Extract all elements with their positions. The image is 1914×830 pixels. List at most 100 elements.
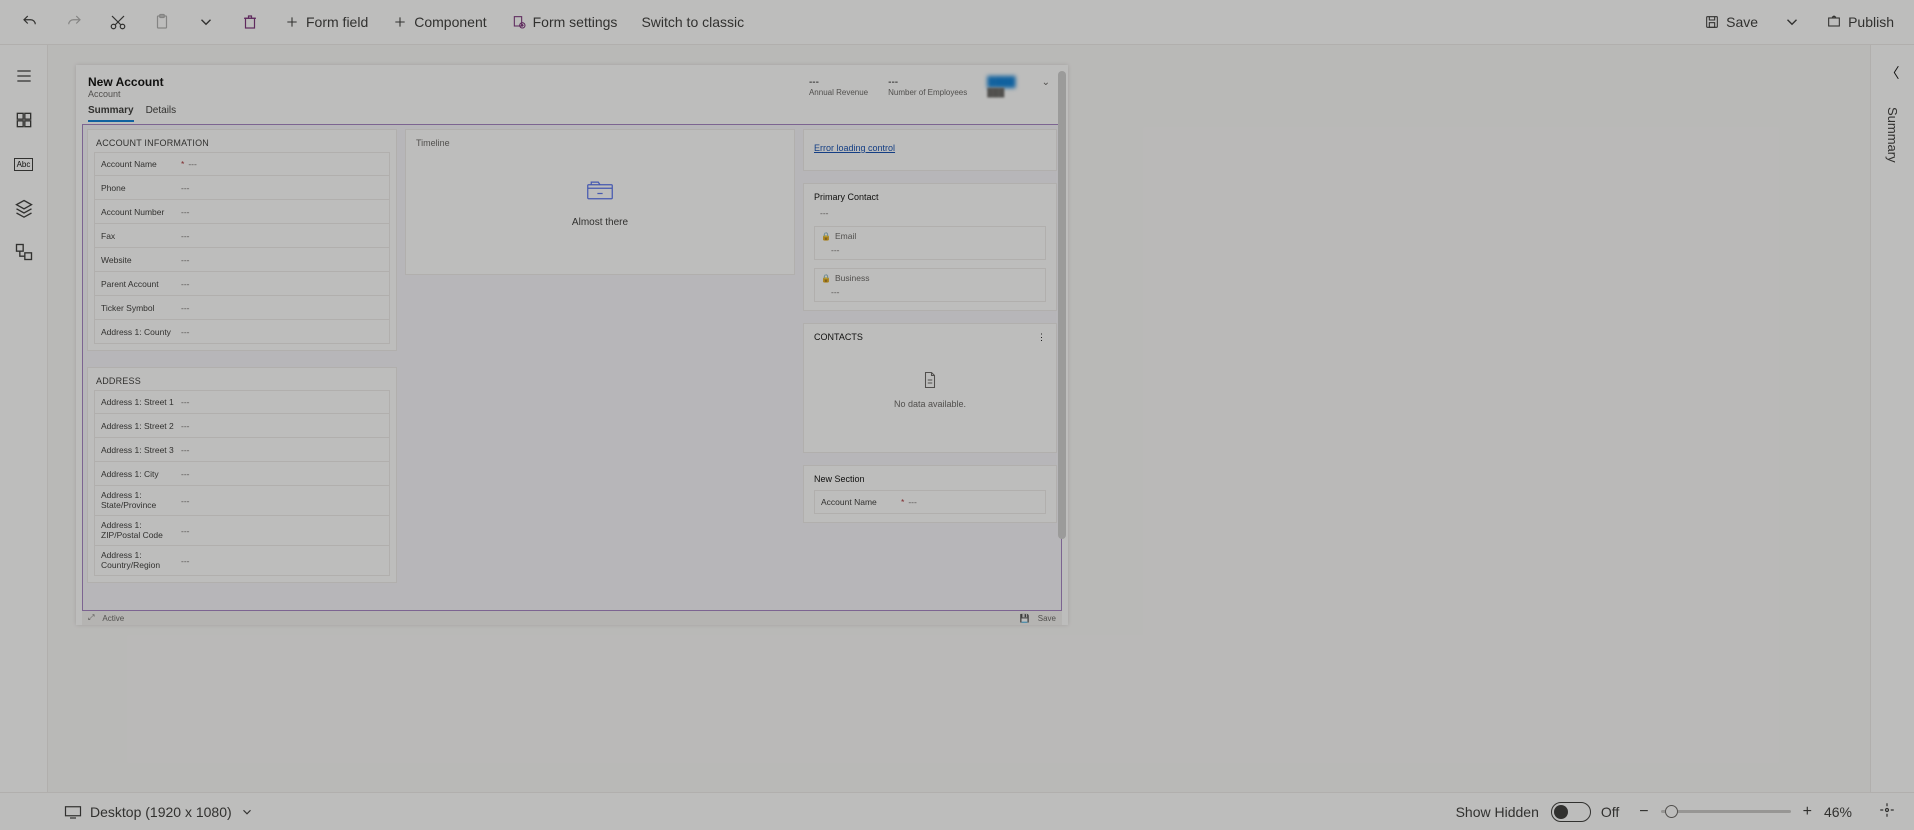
device-size-selector[interactable]: Desktop (1920 x 1080) <box>64 804 254 820</box>
form-field[interactable]: Phone--- <box>94 176 390 200</box>
form-entity: Account <box>88 89 809 99</box>
section-address[interactable]: ADDRESS Address 1: Street 1---Address 1:… <box>87 367 397 583</box>
expand-panel-icon[interactable]: 〈 <box>1886 63 1900 83</box>
lock-icon: 🔒 <box>821 274 831 283</box>
section-title: ACCOUNT INFORMATION <box>88 130 396 152</box>
tree-view-icon[interactable] <box>13 241 35 263</box>
form-field[interactable]: Address 1: Street 1--- <box>94 390 390 414</box>
tab-summary[interactable]: Summary <box>88 105 134 122</box>
form-field[interactable]: Website--- <box>94 248 390 272</box>
no-data-message: No data available. <box>894 399 966 409</box>
footer-save-label: Save <box>1038 614 1056 623</box>
form-field[interactable]: Parent Account--- <box>94 272 390 296</box>
error-loading-control-link[interactable]: Error loading control <box>814 143 895 153</box>
section-error-control[interactable]: Error loading control <box>803 129 1057 171</box>
header-metric-owner: ████ ███ <box>987 77 1015 97</box>
field-business-phone[interactable]: 🔒Business --- <box>814 268 1046 302</box>
form-preview[interactable]: New Account Account --- Annual Revenue -… <box>76 65 1068 625</box>
fit-to-screen-icon[interactable] <box>1878 801 1896 822</box>
folder-icon <box>586 179 614 201</box>
zoom-percent-label: 46% <box>1824 804 1852 820</box>
header-metric-revenue: --- Annual Revenue <box>809 77 868 97</box>
section-timeline[interactable]: Timeline Almost there <box>405 129 795 275</box>
zoom-out-button[interactable]: − <box>1639 803 1648 821</box>
cut-button[interactable] <box>98 2 138 42</box>
switch-to-classic-button[interactable]: Switch to classic <box>631 2 754 42</box>
publish-button[interactable]: Publish <box>1816 2 1904 42</box>
field-email[interactable]: 🔒Email --- <box>814 226 1046 260</box>
contacts-menu-icon[interactable]: ⋮ <box>1037 332 1046 343</box>
form-field[interactable]: Fax--- <box>94 224 390 248</box>
section-account-information[interactable]: ACCOUNT INFORMATION Account Name*---Phon… <box>87 129 397 351</box>
form-field[interactable]: Ticker Symbol--- <box>94 296 390 320</box>
top-toolbar: Form field Component Form settings Switc… <box>0 0 1914 45</box>
bottom-status-bar: Desktop (1920 x 1080) Show Hidden Off − … <box>0 792 1914 830</box>
form-field[interactable]: Address 1: County--- <box>94 320 390 344</box>
header-metric-employees: --- Number of Employees <box>888 77 967 97</box>
save-button[interactable]: Save <box>1694 2 1768 42</box>
zoom-slider[interactable] <box>1661 810 1791 813</box>
design-canvas: New Account Account --- Annual Revenue -… <box>48 45 1870 792</box>
undo-button[interactable] <box>10 2 50 42</box>
switch-classic-label: Switch to classic <box>641 14 744 30</box>
section-title: ADDRESS <box>88 368 396 390</box>
form-field[interactable]: Account Number--- <box>94 200 390 224</box>
paste-button[interactable] <box>142 2 182 42</box>
header-chevron-icon[interactable]: ⌄ <box>1042 77 1050 88</box>
form-footer: ⤢ Active 💾 Save <box>82 611 1062 625</box>
summary-vertical-label: Summary <box>1885 107 1900 163</box>
lock-icon: 🔒 <box>821 232 831 241</box>
save-dropdown-icon[interactable] <box>1772 2 1812 42</box>
toggle-state-label: Off <box>1601 804 1619 820</box>
hamburger-icon[interactable] <box>13 65 35 87</box>
document-icon <box>922 371 938 389</box>
form-field[interactable]: Address 1: ZIP/Postal Code--- <box>94 516 390 546</box>
form-body-selected-tab[interactable]: ACCOUNT INFORMATION Account Name*---Phon… <box>82 124 1062 611</box>
form-field[interactable]: Address 1: City--- <box>94 462 390 486</box>
publish-label: Publish <box>1848 14 1894 30</box>
chevron-down-icon[interactable] <box>186 2 226 42</box>
primary-contact-value: --- <box>814 208 1046 218</box>
delete-button[interactable] <box>230 2 270 42</box>
form-field[interactable]: Address 1: State/Province--- <box>94 486 390 516</box>
form-tabs: Summary Details <box>76 99 1068 122</box>
zoom-in-button[interactable]: + <box>1803 803 1812 821</box>
components-icon[interactable] <box>13 109 35 131</box>
monitor-icon <box>64 805 82 819</box>
form-field-label: Form field <box>306 14 368 30</box>
form-settings-label: Form settings <box>533 14 618 30</box>
section-new-section[interactable]: New Section Account Name * --- <box>803 465 1057 523</box>
abc-fields-icon[interactable]: Abc <box>13 153 35 175</box>
form-field[interactable]: Address 1: Country/Region--- <box>94 546 390 576</box>
new-section-label: New Section <box>814 474 1046 484</box>
show-hidden-toggle[interactable] <box>1551 802 1591 822</box>
timeline-label: Timeline <box>416 138 784 148</box>
save-label: Save <box>1726 14 1758 30</box>
form-header: New Account Account --- Annual Revenue -… <box>76 65 1068 99</box>
form-title: New Account <box>88 75 809 89</box>
form-field[interactable]: Account Name*--- <box>94 152 390 176</box>
tab-details[interactable]: Details <box>146 105 177 122</box>
add-component-button[interactable]: Component <box>382 2 496 42</box>
component-label: Component <box>414 14 486 30</box>
section-primary-contact[interactable]: Primary Contact --- 🔒Email --- 🔒Business… <box>803 183 1057 311</box>
form-settings-button[interactable]: Form settings <box>501 2 628 42</box>
form-field[interactable]: Address 1: Street 2--- <box>94 414 390 438</box>
device-size-label: Desktop (1920 x 1080) <box>90 804 232 820</box>
footer-status: Active <box>102 614 124 623</box>
primary-contact-label: Primary Contact <box>814 192 1046 202</box>
layers-icon[interactable] <box>13 197 35 219</box>
form-scrollbar[interactable] <box>1058 71 1066 591</box>
chevron-down-icon <box>240 805 254 819</box>
section-contacts[interactable]: CONTACTS ⋮ No data available. <box>803 323 1057 453</box>
contacts-label: CONTACTS <box>814 332 863 343</box>
show-hidden-label: Show Hidden <box>1456 804 1539 820</box>
right-properties-panel-collapsed: 〈 Summary <box>1870 45 1914 792</box>
timeline-message: Almost there <box>572 217 628 228</box>
left-nav-rail: Abc <box>0 45 48 792</box>
footer-expand-icon[interactable]: ⤢ <box>88 613 94 623</box>
redo-button[interactable] <box>54 2 94 42</box>
footer-save-icon[interactable]: 💾 <box>1020 614 1030 623</box>
form-field[interactable]: Address 1: Street 3--- <box>94 438 390 462</box>
add-form-field-button[interactable]: Form field <box>274 2 378 42</box>
